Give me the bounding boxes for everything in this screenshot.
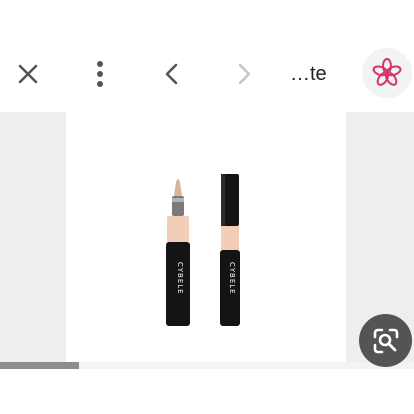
capped-concealer-pen: CYBELE bbox=[220, 174, 240, 326]
lens-button[interactable] bbox=[362, 48, 412, 98]
forward-button[interactable] bbox=[220, 50, 268, 98]
bottom-area bbox=[0, 369, 414, 414]
brand-text-left: CYBELE bbox=[176, 262, 184, 295]
gallery-progress-fill bbox=[0, 362, 79, 369]
gallery-progress-track bbox=[0, 362, 414, 369]
ferrule-highlight bbox=[172, 198, 184, 202]
product-image[interactable]: CYBELE CYBELE bbox=[66, 112, 346, 370]
shade-window-right bbox=[221, 226, 239, 250]
visual-search-icon bbox=[373, 328, 398, 353]
page-title[interactable]: …te bbox=[290, 62, 352, 86]
more-options-button[interactable] bbox=[76, 50, 124, 98]
open-concealer-pen: CYBELE bbox=[166, 179, 190, 326]
chevron-left-icon bbox=[165, 63, 178, 85]
image-gallery[interactable]: CYBELE CYBELE bbox=[0, 112, 414, 370]
back-button[interactable] bbox=[148, 50, 196, 98]
brand-text-right: CYBELE bbox=[228, 262, 236, 295]
previous-image-preview[interactable] bbox=[0, 112, 66, 370]
close-icon bbox=[18, 64, 38, 84]
chevron-right-icon bbox=[238, 63, 251, 85]
more-vertical-icon bbox=[97, 61, 103, 87]
top-toolbar: …te bbox=[0, 0, 414, 112]
concealer-pens-illustration: CYBELE CYBELE bbox=[166, 174, 240, 326]
shade-window bbox=[167, 216, 189, 242]
visual-search-button[interactable] bbox=[359, 314, 412, 367]
flower-icon bbox=[372, 58, 402, 86]
cap-highlight bbox=[221, 174, 225, 226]
brush-tip bbox=[174, 179, 182, 196]
close-button[interactable] bbox=[4, 50, 52, 98]
